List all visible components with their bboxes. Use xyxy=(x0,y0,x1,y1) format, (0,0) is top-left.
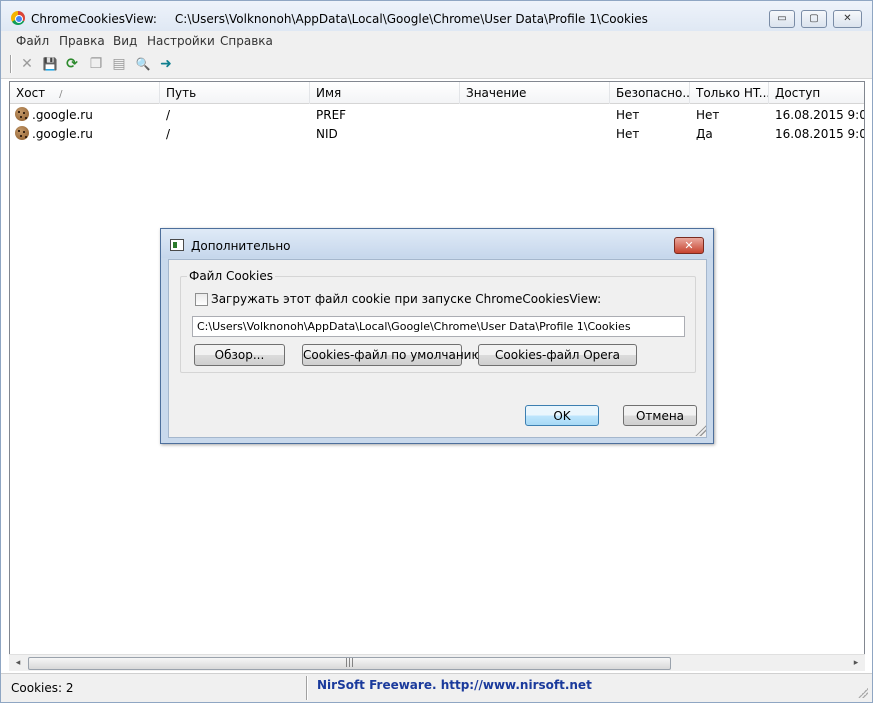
ok-button[interactable]: OK xyxy=(525,405,599,426)
menu-bar: Файл Правка Вид Настройки Справка xyxy=(1,31,872,51)
properties-icon[interactable]: ▤ xyxy=(110,55,128,73)
cookie-icon xyxy=(15,126,29,140)
dialog-title-bar[interactable]: Дополнительно ✕ xyxy=(161,229,713,258)
window-title: ChromeCookiesView: C:\Users\Volknonoh\App… xyxy=(31,12,648,26)
find-icon[interactable]: 🔍 xyxy=(134,55,152,73)
window-title-app: ChromeCookiesView: xyxy=(31,12,157,26)
cell-http-only: Нет xyxy=(696,108,720,122)
cell-secure: Нет xyxy=(616,127,640,141)
exit-icon[interactable]: ➜ xyxy=(157,55,175,73)
cell-access: 16.08.2015 9:04:01 xyxy=(775,108,865,122)
load-on-startup-checkbox[interactable] xyxy=(195,293,208,306)
status-separator xyxy=(306,676,308,700)
copy-icon[interactable]: ❐ xyxy=(87,55,105,73)
dialog-window-icon xyxy=(170,239,184,251)
save-icon[interactable]: 💾 xyxy=(41,55,59,73)
column-path[interactable]: Путь xyxy=(160,82,310,104)
status-bar: Cookies: 2 NirSoft Freeware. http://www.… xyxy=(1,673,872,702)
cookies-count: Cookies: 2 xyxy=(11,681,74,695)
advanced-options-dialog: Дополнительно ✕ Файл Cookies Загружать э… xyxy=(160,228,714,444)
column-secure[interactable]: Безопасно... xyxy=(610,82,690,104)
maximize-button[interactable]: ▢ xyxy=(801,10,827,28)
cell-access: 16.08.2015 9:04:01 xyxy=(775,127,865,141)
close-button[interactable]: ✕ xyxy=(833,10,862,28)
nirsoft-link[interactable]: NirSoft Freeware. http://www.nirsoft.net xyxy=(317,678,592,692)
opera-cookies-file-button[interactable]: Cookies-файл Opera xyxy=(478,344,637,366)
list-header: Хост / Путь Имя Значение Безопасно... Тол… xyxy=(10,82,864,104)
dialog-body: Файл Cookies Загружать этот файл cookie … xyxy=(168,259,707,438)
menu-edit[interactable]: Правка xyxy=(59,34,105,48)
dialog-close-button[interactable]: ✕ xyxy=(674,237,704,254)
toolbar: ✕ 💾 ⟳ ❐ ▤ 🔍 ➜ xyxy=(1,51,872,79)
table-row[interactable]: .google.ru / PREF Нет Нет 16.08.2015 9:0… xyxy=(10,106,865,125)
column-http-only[interactable]: Только HT... xyxy=(690,82,769,104)
group-label: Файл Cookies xyxy=(187,269,275,283)
cell-host: .google.ru xyxy=(32,108,93,122)
dialog-resize-grip-icon[interactable] xyxy=(695,425,706,436)
column-value[interactable]: Значение xyxy=(460,82,610,104)
scroll-right-icon[interactable]: ▸ xyxy=(848,656,864,671)
scroll-left-icon[interactable]: ◂ xyxy=(10,656,26,671)
column-host[interactable]: Хост / xyxy=(10,82,160,104)
resize-grip-icon[interactable] xyxy=(858,688,868,698)
cell-path: / xyxy=(166,108,171,122)
delete-icon[interactable]: ✕ xyxy=(18,55,36,73)
dialog-title: Дополнительно xyxy=(191,239,291,253)
cell-host: .google.ru xyxy=(32,127,93,141)
toolbar-separator xyxy=(10,55,12,73)
cancel-button[interactable]: Отмена xyxy=(623,405,697,426)
cell-secure: Нет xyxy=(616,108,640,122)
cookie-icon xyxy=(15,107,29,121)
title-bar[interactable]: ChromeCookiesView: C:\Users\Volknonoh\App… xyxy=(1,1,872,31)
cell-path: / xyxy=(166,127,171,141)
cell-name: PREF xyxy=(316,108,347,122)
column-access[interactable]: Доступ xyxy=(769,82,864,104)
cell-http-only: Да xyxy=(696,127,713,141)
menu-settings[interactable]: Настройки xyxy=(147,34,215,48)
table-row[interactable]: .google.ru / NID Нет Да 16.08.2015 9:04:… xyxy=(10,125,865,144)
menu-help[interactable]: Справка xyxy=(220,34,273,48)
menu-view[interactable]: Вид xyxy=(113,34,137,48)
horizontal-scrollbar[interactable]: ◂ ||| ▸ xyxy=(9,654,865,671)
menu-file[interactable]: Файл xyxy=(16,34,49,48)
scroll-thumb[interactable]: ||| xyxy=(28,657,671,670)
column-name[interactable]: Имя xyxy=(310,82,460,104)
refresh-icon[interactable]: ⟳ xyxy=(63,55,81,73)
cookies-path-input[interactable] xyxy=(192,316,685,337)
close-icon: ✕ xyxy=(843,13,852,24)
minimize-icon: ▭ xyxy=(777,13,787,24)
window-title-path: C:\Users\Volknonoh\AppData\Local\Google\… xyxy=(174,12,648,26)
scroll-grip-icon: ||| xyxy=(344,658,355,668)
maximize-icon: ▢ xyxy=(809,13,819,24)
sort-indicator-icon: / xyxy=(59,89,63,100)
close-icon: ✕ xyxy=(684,239,694,252)
default-cookies-file-button[interactable]: Cookies-файл по умолчанию xyxy=(302,344,482,366)
browse-button[interactable]: Обзор... xyxy=(194,344,285,366)
column-host-label: Хост xyxy=(16,86,46,100)
chrome-app-icon xyxy=(11,11,25,25)
load-on-startup-label[interactable]: Загружать этот файл cookie при запуске C… xyxy=(211,292,601,306)
minimize-button[interactable]: ▭ xyxy=(769,10,795,28)
cell-name: NID xyxy=(316,127,338,141)
